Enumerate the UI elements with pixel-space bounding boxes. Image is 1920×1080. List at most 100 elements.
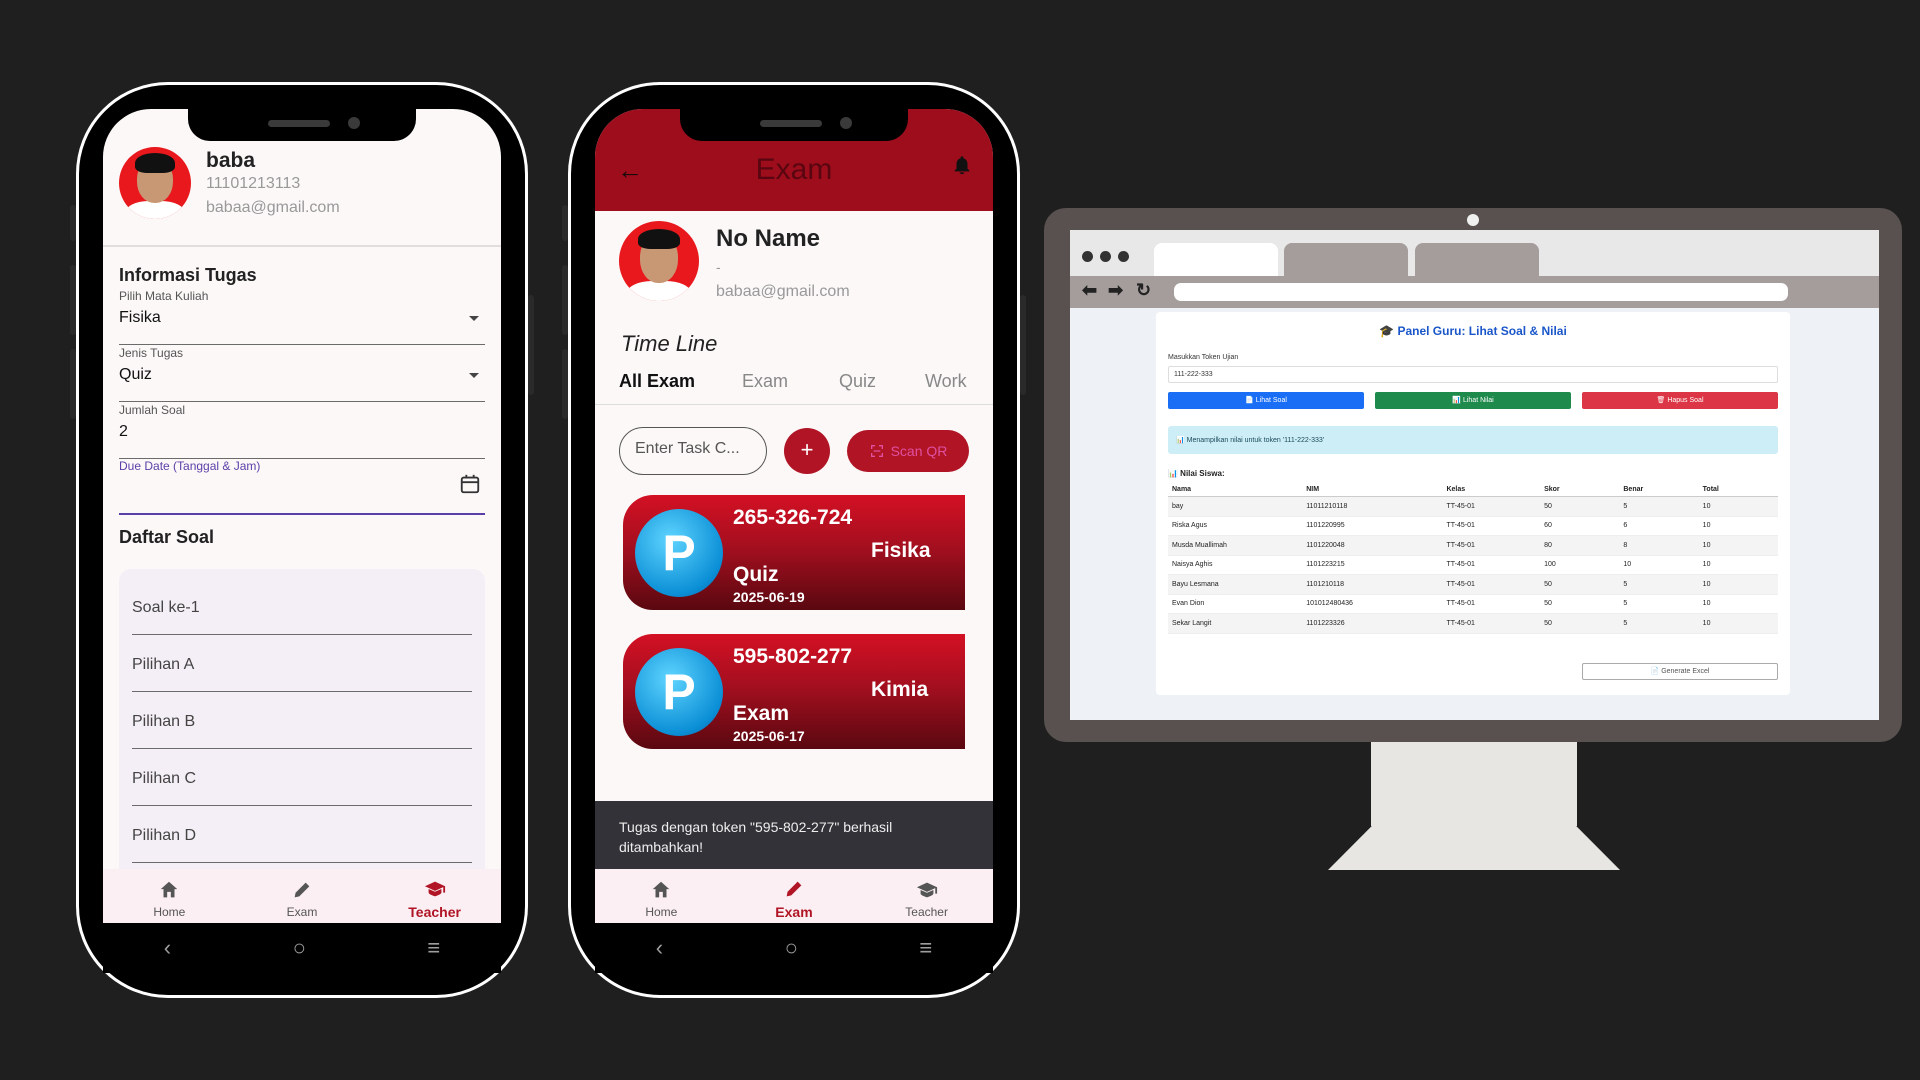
monitor-base — [1328, 826, 1620, 870]
question-count-field[interactable]: Jumlah Soal 2 — [119, 403, 485, 459]
notification-bell-icon[interactable] — [951, 153, 973, 177]
teacher-panel: 🎓 Panel Guru: Lihat Soal & Nilai Masukka… — [1156, 312, 1790, 695]
qr-scan-icon — [870, 445, 883, 457]
option-c-field[interactable]: Pilihan C — [132, 770, 472, 806]
task-type-dropdown[interactable]: Jenis Tugas Quiz — [119, 346, 485, 402]
table-cell: 10 — [1698, 574, 1778, 595]
option-a-field[interactable]: Pilihan A — [132, 656, 472, 692]
recents-menu-icon[interactable]: ≡ — [427, 935, 440, 961]
tab-quiz[interactable]: Quiz — [839, 371, 876, 392]
option-b-field[interactable]: Pilihan B — [132, 713, 472, 749]
web-page: 🎓 Panel Guru: Lihat Soal & Nilai Masukka… — [1070, 308, 1879, 720]
nav-teacher-label: Teacher — [905, 905, 948, 919]
exam-badge: P — [635, 509, 723, 597]
table-row: Riska Agus 1101220995 TT-45-01 60 6 10 — [1168, 516, 1778, 536]
col-header: Nama — [1168, 483, 1303, 497]
table-cell: 10 — [1698, 496, 1778, 517]
phone1-screen: baba 11101213113 babaa@gmail.com Informa… — [103, 109, 501, 929]
home-circle-icon[interactable]: ○ — [785, 935, 798, 961]
browser-tab[interactable] — [1415, 243, 1539, 276]
table-cell: 10 — [1698, 613, 1778, 634]
task-code-input[interactable]: Enter Task C... — [619, 427, 767, 475]
reload-icon[interactable]: ↻ — [1136, 280, 1151, 301]
token-label: Masukkan Token Ujian — [1168, 354, 1239, 361]
exam-date: 2025-06-17 — [733, 728, 805, 744]
back-nav-icon[interactable]: ‹ — [656, 935, 663, 961]
browser-tab[interactable] — [1284, 243, 1408, 276]
exam-type: Quiz — [733, 563, 779, 586]
browser-tab-active[interactable] — [1154, 243, 1278, 276]
table-cell: TT-45-01 — [1442, 594, 1541, 614]
due-date-field[interactable]: Due Date (Tanggal & Jam) — [119, 459, 485, 515]
table-cell: 50 — [1540, 594, 1620, 614]
tab-all-exam[interactable]: All Exam — [619, 371, 695, 392]
due-date-label: Due Date (Tanggal & Jam) — [119, 459, 261, 473]
nav-home[interactable]: Home — [606, 879, 716, 919]
tab-work[interactable]: Work — [925, 371, 967, 392]
home-icon — [653, 881, 670, 898]
phone-teacher-form: baba 11101213113 babaa@gmail.com Informa… — [70, 82, 534, 998]
course-label: Pilih Mata Kuliah — [119, 289, 209, 303]
dropdown-arrow-icon — [469, 372, 479, 378]
question-text-field[interactable]: Soal ke-1 — [132, 599, 472, 635]
table-cell: 5 — [1619, 613, 1699, 634]
nav-exam[interactable]: Exam — [739, 878, 849, 920]
divider — [103, 245, 501, 247]
table-row: Naisya Aghis 1101223215 TT-45-01 100 10 10 — [1168, 555, 1778, 575]
table-cell: 80 — [1540, 535, 1620, 556]
timeline-title: Time Line — [621, 331, 718, 356]
pencil-icon — [786, 881, 802, 897]
home-circle-icon[interactable]: ○ — [293, 935, 306, 961]
exam-card[interactable]: P 265-326-724 Quiz 2025-06-19 Fisika — [623, 495, 965, 610]
school-icon — [424, 881, 445, 897]
table-cell: Riska Agus — [1168, 516, 1303, 536]
table-row: Bayu Lesmana 1101210118 TT-45-01 50 5 10 — [1168, 574, 1778, 595]
notch — [188, 109, 416, 141]
system-nav-bar: ‹ ○ ≡ — [103, 923, 501, 973]
delete-questions-button[interactable]: 🗑 Hapus Soal — [1582, 392, 1778, 409]
table-row: bay 11011210118 TT-45-01 50 5 10 — [1168, 496, 1778, 517]
nav-exam-label: Exam — [286, 905, 318, 919]
view-grades-button[interactable]: 📊 Lihat Nilai — [1375, 392, 1571, 409]
table-row: Evan Dion 101012480436 TT-45-01 50 5 10 — [1168, 594, 1778, 614]
nav-teacher-label: Teacher — [408, 904, 461, 920]
profile-nim: - — [716, 259, 721, 275]
nav-teacher[interactable]: Teacher — [380, 878, 490, 920]
nav-exam[interactable]: Exam — [247, 879, 357, 919]
exam-card[interactable]: P 595-802-277 Exam 2025-06-17 Kimia — [623, 634, 965, 749]
nav-home-label: Home — [645, 905, 678, 919]
table-cell: 5 — [1619, 594, 1699, 614]
add-task-button[interactable]: + — [784, 428, 830, 474]
course-dropdown[interactable]: Pilih Mata Kuliah Fisika — [119, 289, 485, 345]
token-input[interactable]: 111-222-333 — [1168, 366, 1778, 383]
table-cell: Evan Dion — [1168, 594, 1303, 614]
forward-arrow-icon[interactable]: ➡ — [1108, 280, 1123, 301]
table-cell: 1101220048 — [1302, 535, 1443, 556]
phone-exam-timeline: ← Exam No Name - babaa@gmail.com Time Li… — [562, 82, 1026, 998]
table-cell: TT-45-01 — [1442, 535, 1541, 556]
profile-email: babaa@gmail.com — [716, 283, 850, 300]
recents-menu-icon[interactable]: ≡ — [919, 935, 932, 961]
exam-date: 2025-06-19 — [733, 589, 805, 605]
address-bar[interactable] — [1174, 283, 1788, 301]
nav-home[interactable]: Home — [114, 879, 224, 919]
system-nav-bar: ‹ ○ ≡ — [595, 923, 993, 973]
app-bar-title: Exam — [755, 153, 833, 186]
col-header: NIM — [1302, 483, 1443, 497]
table-cell: 5 — [1619, 574, 1699, 595]
window-dot — [1100, 251, 1111, 262]
tab-exam[interactable]: Exam — [742, 371, 788, 392]
grades-heading: 📊 Nilai Siswa: — [1168, 469, 1225, 478]
question-card: Soal ke-1 Pilihan A Pilihan B Pilihan C … — [119, 569, 485, 899]
back-arrow-icon[interactable]: ⬅ — [1082, 280, 1097, 301]
generate-excel-button[interactable]: 📄 Generate Excel — [1582, 663, 1778, 680]
nav-teacher[interactable]: Teacher — [872, 879, 982, 919]
back-nav-icon[interactable]: ‹ — [164, 935, 171, 961]
scan-qr-button[interactable]: Scan QR — [847, 430, 969, 472]
exam-badge: P — [635, 648, 723, 736]
option-d-field[interactable]: Pilihan D — [132, 827, 472, 863]
view-questions-button[interactable]: 📄 Lihat Soal — [1168, 392, 1364, 409]
calendar-icon[interactable] — [459, 473, 481, 495]
course-value: Fisika — [119, 309, 161, 326]
pencil-icon — [294, 882, 310, 898]
